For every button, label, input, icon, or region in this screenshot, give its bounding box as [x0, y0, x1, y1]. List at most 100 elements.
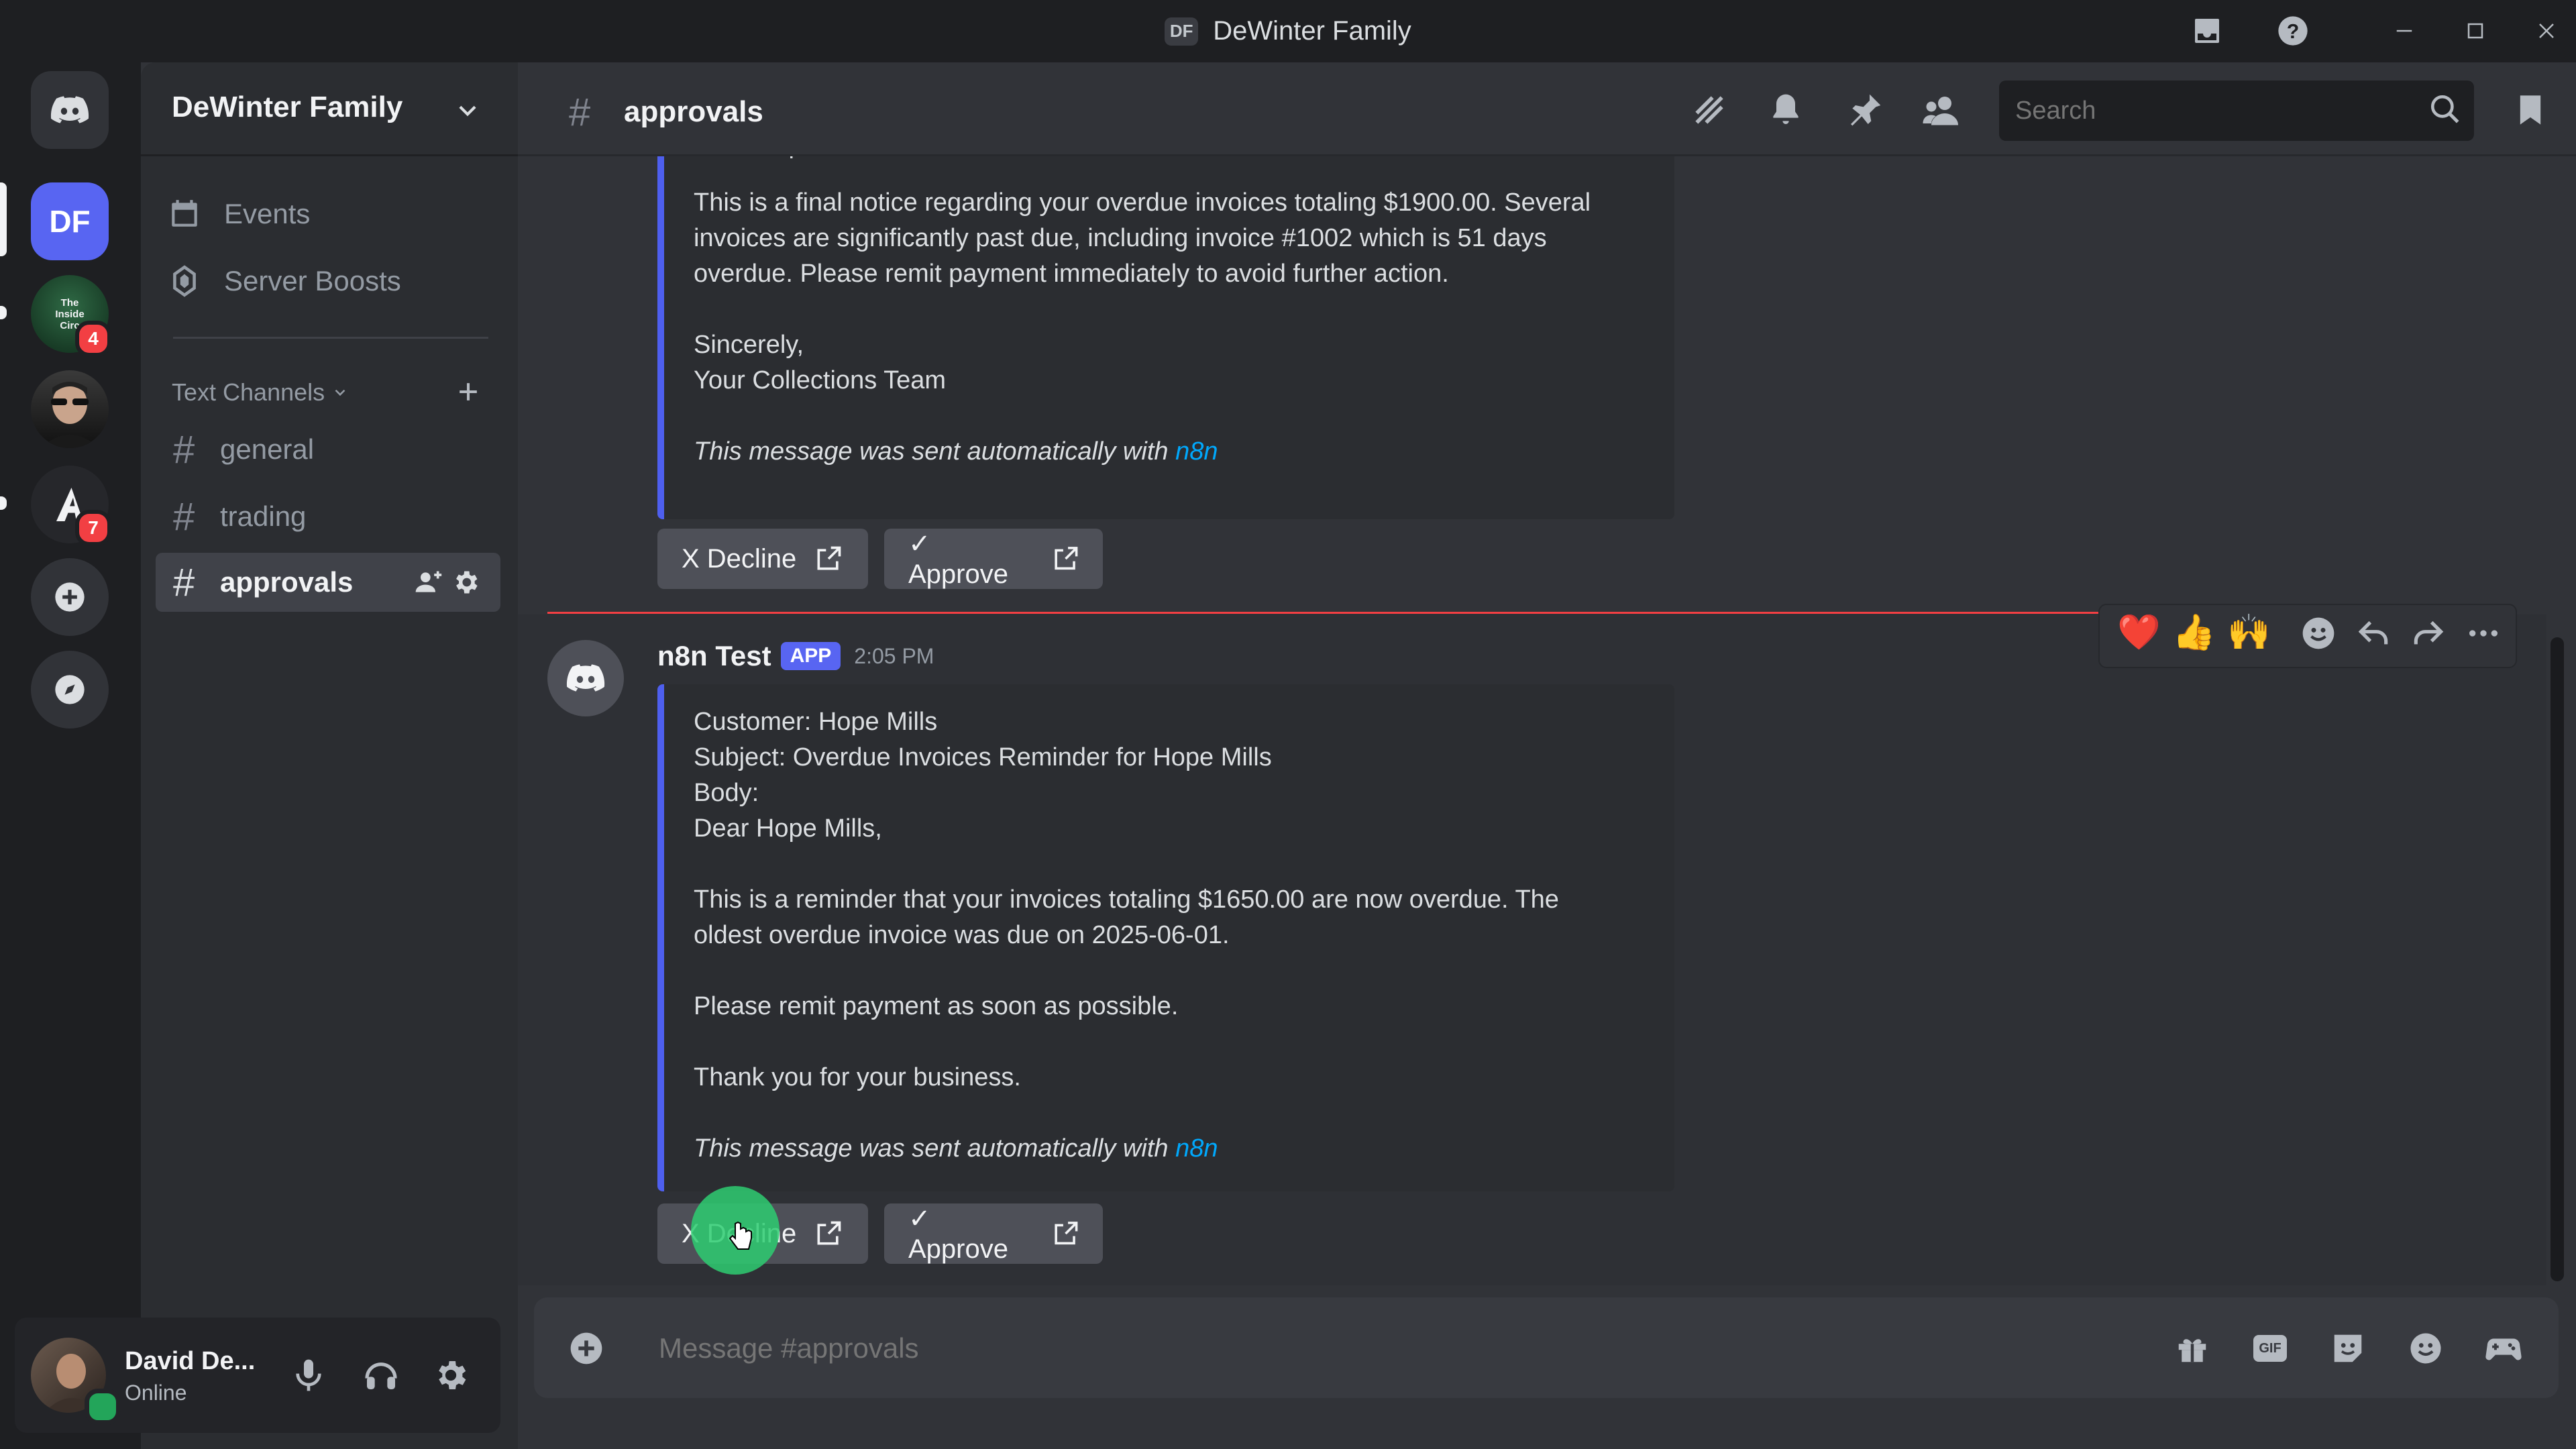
headphones-icon[interactable] [362, 1356, 400, 1394]
notification-bell-icon[interactable] [1766, 90, 1806, 130]
external-link-icon [817, 546, 841, 570]
embed-subject: Subject: Overdue Invoices Reminder for H… [694, 743, 1272, 771]
embed-line: Please remit payment as soon as possible… [694, 992, 1179, 1020]
discover-compass-icon[interactable] [31, 651, 109, 729]
channel-settings-gear-icon[interactable] [451, 568, 480, 597]
reply-icon[interactable] [2355, 614, 2392, 652]
hand-cursor-icon [727, 1221, 754, 1253]
external-link-icon [1055, 547, 1078, 570]
window-title: DeWinter Family [1213, 16, 1411, 46]
person-avatar-icon [40, 382, 99, 448]
embed-line: Thank you for your business. [694, 1063, 1021, 1091]
svg-text:?: ? [2287, 21, 2300, 43]
bookmark-icon[interactable] [2510, 90, 2551, 130]
create-invite-icon[interactable] [413, 568, 443, 597]
embed-line: oldest overdue invoice was due on 2025-0… [694, 921, 1230, 949]
microphone-icon[interactable] [290, 1356, 327, 1394]
timestamp: 2:05 PM [854, 643, 934, 668]
gif-icon[interactable]: GIF [2250, 1328, 2290, 1368]
server-rail [0, 62, 141, 1449]
more-options-icon[interactable] [2465, 614, 2502, 652]
category-label: Text Channels [172, 378, 325, 406]
server-profile-avatar[interactable] [31, 370, 109, 448]
gift-icon[interactable] [2172, 1328, 2212, 1368]
user-status: Online [125, 1381, 187, 1405]
embed-line: Sincerely, [694, 331, 804, 359]
channel-approvals[interactable]: # approvals [156, 553, 500, 612]
channel-general[interactable]: # general [156, 420, 500, 479]
server-name: DeWinter Family [172, 91, 403, 123]
sticker-icon[interactable] [2328, 1328, 2368, 1368]
apps-controller-icon[interactable] [2483, 1328, 2524, 1368]
embed-line: overdue. Please remit payment immediatel… [694, 260, 1449, 288]
embed-customer: Customer: Hope Mills [694, 708, 938, 736]
n8n-link[interactable]: n8n [1175, 437, 1218, 466]
add-server-icon[interactable] [31, 558, 109, 636]
user-name: David De... [125, 1347, 256, 1375]
mention-badge: 7 [75, 510, 111, 546]
external-link-icon [817, 1221, 841, 1245]
message-embed: Customer: Hope Mills Subject: Overdue In… [657, 684, 1674, 1191]
channel-label: general [220, 433, 315, 465]
home-discord-icon[interactable] [31, 71, 109, 149]
selected-server-indicator [0, 182, 7, 256]
close-icon[interactable] [2529, 13, 2564, 48]
add-channel-icon[interactable] [453, 377, 483, 407]
footer-text: This message was sent automatically with [694, 437, 1176, 466]
minimize-icon[interactable] [2387, 13, 2422, 48]
calendar-icon [172, 200, 197, 227]
threads-icon[interactable] [1689, 90, 1729, 130]
n8n-link[interactable]: n8n [1175, 1134, 1218, 1163]
emoji-icon[interactable] [2406, 1328, 2446, 1368]
message-scrollbar-thumb[interactable] [2551, 637, 2564, 1281]
server-boosts-item[interactable]: Server Boosts [168, 264, 401, 298]
channel-label: trading [220, 500, 307, 532]
maximize-icon[interactable] [2458, 13, 2493, 48]
discord-logo-icon [566, 664, 605, 692]
forward-icon[interactable] [2410, 614, 2447, 652]
divider [173, 337, 488, 339]
events-label: Events [224, 198, 311, 229]
decline-label: X Decline [682, 543, 797, 574]
category-text-channels[interactable]: Text Channels [172, 378, 349, 407]
message-embed: Dear Hope Mills, This is a final notice … [657, 141, 1674, 519]
external-link-icon [1055, 1222, 1078, 1245]
bot-avatar[interactable] [547, 640, 624, 716]
reaction-thumbs-up-icon[interactable]: 👍 [2172, 612, 2216, 653]
inbox-icon[interactable] [2190, 13, 2224, 48]
hashtag-icon: # [173, 494, 195, 539]
chevron-down-icon [455, 97, 480, 123]
channel-trading[interactable]: # trading [156, 487, 500, 546]
approve-button[interactable]: ✓ Approve [884, 529, 1103, 589]
server-header[interactable]: DeWinter Family [141, 62, 518, 156]
reaction-heart-icon[interactable]: ❤️ [2117, 612, 2161, 653]
server-dewinter-family[interactable]: DF [31, 182, 109, 260]
embed-footer: This message was sent automatically with… [694, 1131, 1674, 1167]
search-box[interactable] [1999, 80, 2474, 141]
search-icon [2428, 93, 2462, 126]
add-reaction-icon[interactable] [2300, 614, 2337, 652]
add-attachment-icon[interactable] [566, 1328, 606, 1368]
approve-button[interactable]: ✓ Approve [884, 1203, 1103, 1264]
events-item[interactable]: Events [168, 197, 310, 231]
server-boosts-label: Server Boosts [224, 265, 401, 297]
message-input[interactable] [657, 1324, 2136, 1373]
channel-title: approvals [624, 95, 763, 128]
server-chip-icon: DF [1165, 17, 1199, 46]
chevron-down-icon [335, 389, 345, 396]
embed-footer: This message was sent automatically with… [694, 434, 1674, 470]
search-input[interactable] [2014, 90, 2406, 131]
decline-button[interactable]: X Decline [657, 529, 868, 589]
channel-label: approvals [220, 566, 354, 598]
gif-label: GIF [2253, 1335, 2287, 1362]
embed-line: Your Collections Team [694, 366, 946, 394]
online-status-dot [85, 1389, 121, 1425]
reaction-raised-hands-icon[interactable]: 🙌 [2227, 612, 2271, 653]
approve-label: ✓ Approve [908, 1203, 1008, 1264]
user-settings-gear-icon[interactable] [432, 1356, 470, 1394]
member-list-icon[interactable] [1921, 90, 1962, 130]
embed-line: This is a final notice regarding your ov… [694, 189, 1591, 217]
author-name[interactable]: n8n Test [657, 640, 771, 672]
help-icon[interactable]: ? [2275, 13, 2310, 48]
pin-icon[interactable] [1845, 90, 1885, 130]
